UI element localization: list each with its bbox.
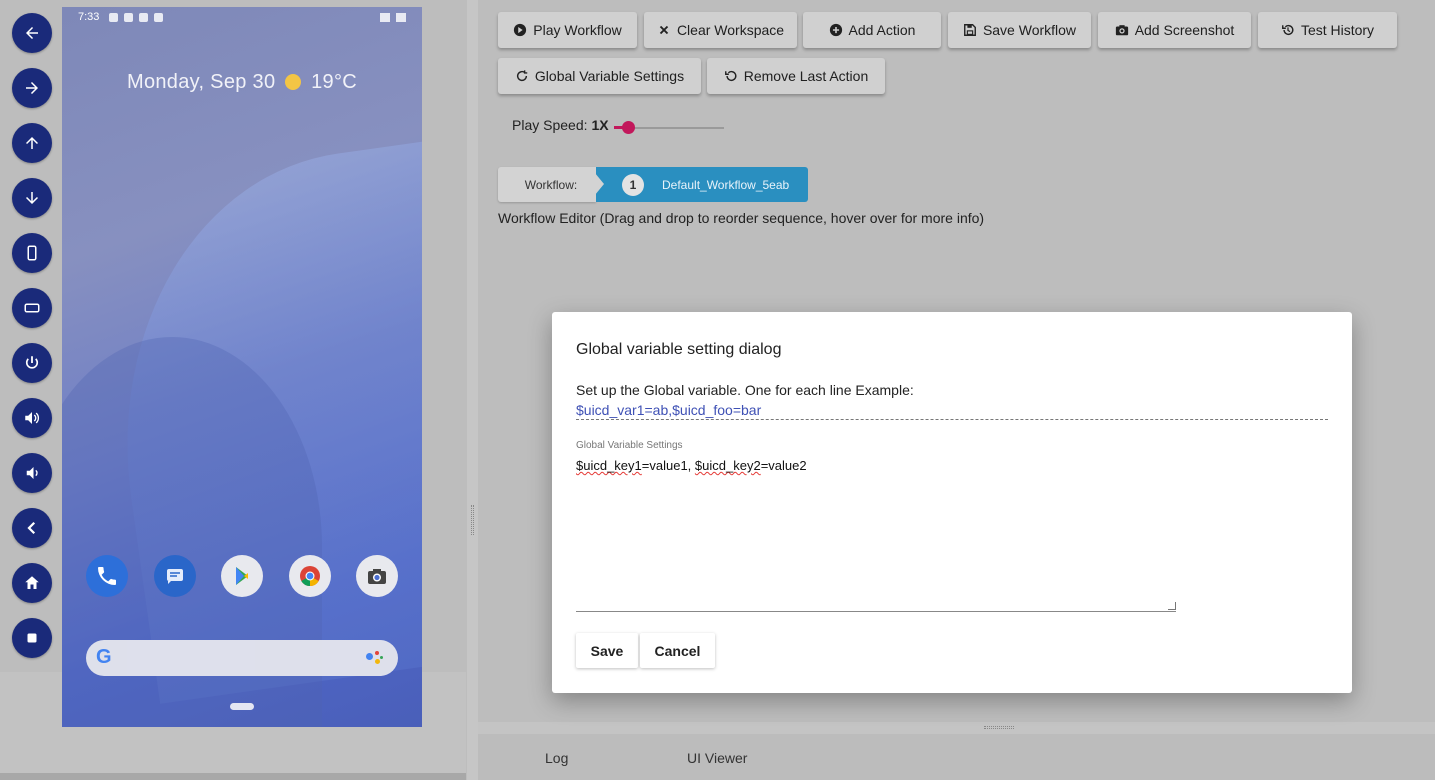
play-workflow-label: Play Workflow: [533, 22, 622, 38]
save-workflow-label: Save Workflow: [982, 22, 1077, 38]
workflow-label: Workflow:: [498, 167, 596, 202]
save-button[interactable]: Save: [576, 633, 638, 668]
global-variable-field-value[interactable]: $uicd_key1=value1, $uicd_key2=value2: [576, 458, 807, 473]
test-history-label: Test History: [1300, 22, 1375, 38]
device-pane: 7:33 Monday, Sep 30 19°C G: [0, 0, 466, 780]
global-variable-settings-button[interactable]: Global Variable Settings: [498, 58, 701, 94]
workflow-index: 1: [622, 173, 644, 196]
dialog-description: Set up the Global variable. One for each…: [576, 382, 914, 398]
news-icon: [139, 12, 149, 22]
wifi-icon: [380, 12, 390, 22]
down-arrow-icon[interactable]: [12, 178, 52, 218]
play-workflow-button[interactable]: Play Workflow: [498, 12, 637, 48]
tab-ui-viewer[interactable]: UI Viewer: [687, 750, 747, 766]
power-icon[interactable]: [12, 343, 52, 383]
google-search-bar[interactable]: G: [86, 640, 398, 676]
play-speed-control: Play Speed: 1X: [512, 117, 609, 133]
breadcrumb-arrow: [590, 167, 604, 201]
volume-down-icon[interactable]: [12, 453, 52, 493]
battery-icon: [396, 12, 406, 22]
global-variable-dialog: Global variable setting dialog Set up th…: [552, 312, 1352, 693]
play-circle-icon: [513, 23, 527, 37]
nav-back-icon[interactable]: [12, 508, 52, 548]
textarea-resize-handle-icon[interactable]: [1168, 602, 1176, 610]
app-dock: [86, 555, 398, 597]
clear-workspace-label: Clear Workspace: [676, 22, 785, 38]
global-variable-settings-label: Global Variable Settings: [534, 68, 685, 84]
add-action-button[interactable]: Add Action: [803, 12, 941, 48]
undo-icon: [724, 69, 738, 83]
device-screen[interactable]: 7:33 Monday, Sep 30 19°C G: [62, 7, 422, 727]
weather-sun-icon: [285, 74, 302, 90]
add-circle-icon: [829, 23, 843, 37]
global-variable-textarea[interactable]: [576, 452, 1176, 612]
save-workflow-button[interactable]: Save Workflow: [948, 12, 1091, 48]
workflow-name: Default_Workflow_5eab: [662, 177, 790, 192]
play-speed-value: 1X: [591, 117, 609, 133]
overview-icon[interactable]: [12, 618, 52, 658]
portrait-rotate-icon[interactable]: [12, 233, 52, 273]
home-gesture-pill[interactable]: [230, 703, 254, 710]
status-time: 7:33: [78, 11, 100, 23]
history-icon: [1281, 23, 1295, 37]
bottom-tab-bar: Log UI Viewer: [478, 734, 1435, 780]
messages-app-icon[interactable]: [153, 555, 196, 597]
android-icon: [124, 12, 134, 22]
dialog-title: Global variable setting dialog: [576, 341, 782, 358]
date-weather-widget[interactable]: Monday, Sep 30 19°C: [62, 71, 422, 94]
add-screenshot-button[interactable]: Add Screenshot: [1098, 12, 1251, 48]
play-speed-slider-thumb[interactable]: [622, 121, 635, 134]
loop-icon: [515, 69, 529, 83]
clear-workspace-button[interactable]: Clear Workspace: [644, 12, 797, 48]
workflow-editor-hint: Workflow Editor (Drag and drop to reorde…: [498, 210, 985, 226]
shield-icon: [109, 12, 119, 22]
notification-icons: [109, 12, 164, 22]
back-icon[interactable]: [12, 13, 52, 53]
field-value-val2: =value2: [760, 458, 807, 473]
landscape-rotate-icon[interactable]: [12, 288, 52, 328]
dialog-example: $uicd_var1=ab,$uicd_foo=bar: [576, 402, 762, 418]
date-text: Monday, Sep 30: [127, 71, 276, 93]
tab-log[interactable]: Log: [545, 750, 568, 766]
workflow-breadcrumb: Workflow: 1 Default_Workflow_5eab: [498, 167, 808, 202]
field-value-key2: $uicd_key2: [694, 458, 761, 473]
close-icon: [657, 23, 671, 37]
google-icon: [154, 12, 164, 22]
device-pane-resize-bar[interactable]: [0, 773, 466, 780]
add-screenshot-label: Add Screenshot: [1134, 22, 1235, 38]
test-history-button[interactable]: Test History: [1258, 12, 1397, 48]
global-variable-field-label: Global Variable Settings: [576, 440, 683, 451]
play-store-icon[interactable]: [221, 555, 263, 597]
play-speed-label: Play Speed:: [512, 117, 588, 133]
google-g-icon: G: [96, 646, 112, 668]
cancel-button[interactable]: Cancel: [640, 633, 715, 668]
horizontal-splitter[interactable]: [478, 722, 1435, 734]
home-icon[interactable]: [12, 563, 52, 603]
camera-icon: [1115, 23, 1129, 37]
assistant-icon[interactable]: [366, 651, 384, 665]
phone-app-icon[interactable]: [86, 555, 128, 597]
dialog-divider: [576, 419, 1328, 420]
up-arrow-icon[interactable]: [12, 123, 52, 163]
save-icon: [963, 23, 977, 37]
forward-icon[interactable]: [12, 68, 52, 108]
splitter-grip-icon[interactable]: [984, 726, 1014, 729]
add-action-label: Add Action: [848, 22, 916, 38]
field-value-key1: $uicd_key1: [576, 458, 642, 473]
system-icons: [380, 12, 406, 22]
splitter-grip-icon[interactable]: [471, 505, 474, 535]
chrome-icon[interactable]: [288, 555, 331, 597]
camera-app-icon[interactable]: [356, 555, 398, 597]
workflow-chip[interactable]: 1 Default_Workflow_5eab: [596, 167, 808, 202]
remove-last-action-button[interactable]: Remove Last Action: [707, 58, 885, 94]
status-bar: 7:33: [62, 7, 422, 27]
device-control-column: [12, 13, 52, 673]
remove-last-action-label: Remove Last Action: [743, 68, 869, 84]
vertical-splitter[interactable]: [467, 0, 478, 780]
volume-up-icon[interactable]: [12, 398, 52, 438]
field-value-val1: =value1,: [641, 458, 695, 473]
temperature-text: 19°C: [311, 71, 357, 93]
